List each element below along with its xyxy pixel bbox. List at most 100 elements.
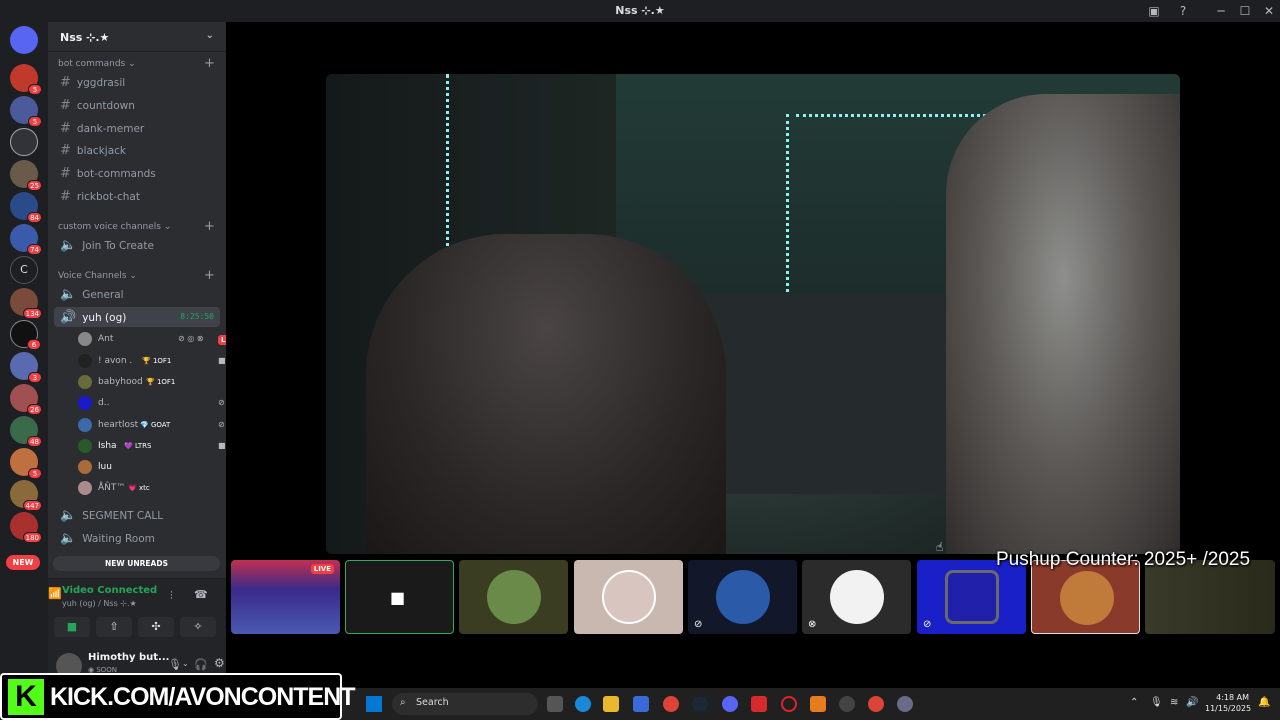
participant-tile[interactable] [1145,560,1275,634]
inbox-icon[interactable]: ▣ [1145,2,1163,20]
video-person-right [946,94,1180,554]
opera-icon[interactable] [781,696,797,712]
category-custom-voice[interactable]: custom voice channels ⌄ + [58,219,215,234]
task-view-icon[interactable] [547,696,563,712]
voice-location[interactable]: yuh (og) / Nss ⊹.★ [62,599,137,608]
hash-icon: # [60,166,71,181]
soundboard-button[interactable]: ✧ [180,617,216,637]
taskbar-search[interactable]: ⌕ Search [392,693,538,715]
user-tag: 🏆 1OF1 [146,378,176,386]
channel-general[interactable]: 🔈 General [54,284,220,304]
server-icon[interactable]: 447 [10,480,42,511]
obs-icon[interactable] [839,696,855,712]
participant-tile[interactable]: ⊗ [802,560,911,634]
server-icon-nss[interactable] [10,128,38,156]
noise-suppression-icon[interactable]: ⫶ [170,589,173,603]
server-icon[interactable]: 74 [10,224,42,255]
clock-date: 11/15/2025 [1205,704,1252,713]
steam-icon[interactable] [692,696,708,712]
participant-tiles: LIVE ■ ⊘ ⊗ ⊘ [231,560,1280,636]
chevron-up-icon[interactable]: ⌃ [1130,697,1138,708]
server-icon[interactable]: 180 [10,512,42,543]
discord-home-icon[interactable] [10,26,38,54]
gear-icon[interactable]: ⚙ [214,656,225,670]
server-icon[interactable]: 5 [10,64,42,95]
camera-button[interactable]: ■ [54,617,90,637]
activities-button[interactable]: ✣ [138,617,174,637]
channel-bot-commands[interactable]: # bot-commands [54,163,220,183]
channel-countdown[interactable]: # countdown [54,95,220,115]
help-icon[interactable]: ? [1174,2,1192,20]
fl-studio-icon[interactable] [810,696,826,712]
disconnect-icon[interactable]: ☎ [194,588,208,601]
store-icon[interactable] [633,696,649,712]
app-icon[interactable] [751,696,767,712]
add-channel-icon[interactable]: + [204,56,215,71]
server-icon[interactable]: 84 [10,192,42,223]
participant-tile[interactable]: ⊘ [917,560,1026,634]
server-icon[interactable]: 5 [10,448,42,479]
avatar [78,354,92,368]
server-header[interactable]: Nss ⊹.★ ⌄ [48,22,226,52]
status-icons: ⊘ ◎ ⊗ [178,334,204,343]
windows-start-icon[interactable] [366,696,382,712]
settings-icon[interactable] [897,696,913,712]
channel-waiting-room[interactable]: 🔈 Waiting Room [54,528,220,548]
volume-icon[interactable]: 🔊 [1186,697,1198,708]
participant-tile[interactable] [574,560,683,634]
wifi-icon[interactable]: ≋ [1170,697,1178,708]
server-icon[interactable]: 5 [10,96,42,127]
add-channel-icon[interactable]: + [204,268,215,283]
category-voice-channels[interactable]: Voice Channels ⌄ + [58,268,215,283]
server-icon[interactable]: 134 [10,288,42,319]
category-bot-commands[interactable]: bot commands ⌄ + [58,56,215,71]
chevron-down-icon[interactable]: ⌄ [182,659,189,668]
participant-tile[interactable]: ⊘ [688,560,797,634]
taskbar-clock[interactable]: 4:18 AM 11/15/2025 [1205,692,1252,714]
close-button[interactable]: ✕ [1260,2,1278,20]
chrome-icon[interactable] [868,696,884,712]
channel-label: bot-commands [76,168,156,180]
signal-icon[interactable]: 📶 [48,587,62,600]
mouse-cursor-icon: ☝ [936,540,944,554]
channel-label: yuh (og) [82,312,127,324]
chrome-icon[interactable] [663,696,679,712]
channel-rickbot-chat[interactable]: # rickbot-chat [54,186,220,206]
server-icon[interactable]: 25 [10,160,42,191]
channel-segment-call[interactable]: 🔈 SEGMENT CALL [54,505,220,525]
participant-tile[interactable] [459,560,568,634]
category-label: Voice Channels [58,271,127,281]
edge-icon[interactable] [575,696,591,712]
minimize-button[interactable]: ─ [1212,2,1230,20]
avatar [716,570,770,624]
user-name[interactable]: Himothy but... [88,652,169,663]
server-icon[interactable]: 3 [10,352,42,383]
channel-yggdrasil[interactable]: # yggdrasil [54,72,220,92]
channel-blackjack[interactable]: # blackjack [54,140,220,160]
headphones-icon[interactable]: 🎧 [194,658,208,671]
notification-icon[interactable]: 🔔 [1258,697,1270,708]
file-explorer-icon[interactable] [603,696,619,712]
speaker-icon: 🔈 [60,238,77,253]
participant-tile-stream[interactable]: LIVE [231,560,340,634]
channel-dank-memer[interactable]: # dank-memer [54,118,220,138]
focused-video-stream[interactable] [326,74,1180,554]
new-servers-pill[interactable]: NEW [6,555,40,570]
discord-icon[interactable] [722,696,738,712]
participant-tile[interactable]: ■ [345,560,454,634]
microphone-icon[interactable]: 🎙 [168,658,182,671]
participant-tile[interactable] [1031,560,1140,634]
new-unreads-pill[interactable]: NEW UNREADS [53,556,220,571]
voice-status[interactable]: Video Connected [62,585,157,596]
screen-share-button[interactable]: ⇧ [96,617,132,637]
speaker-icon: 🔈 [60,287,77,302]
maximize-button[interactable]: ☐ [1236,2,1254,20]
server-icon[interactable]: 48 [10,416,42,447]
server-icon[interactable]: 6 [10,320,41,350]
server-icon-c[interactable]: C [10,256,38,284]
server-icon[interactable]: 26 [10,384,42,415]
channel-join-to-create[interactable]: 🔈 Join To Create [54,235,220,255]
channel-yuh-og[interactable]: 🔊 yuh (og) 8:25:50 [54,307,220,327]
microphone-icon[interactable]: 🎙 [1150,697,1163,708]
add-channel-icon[interactable]: + [204,219,215,234]
